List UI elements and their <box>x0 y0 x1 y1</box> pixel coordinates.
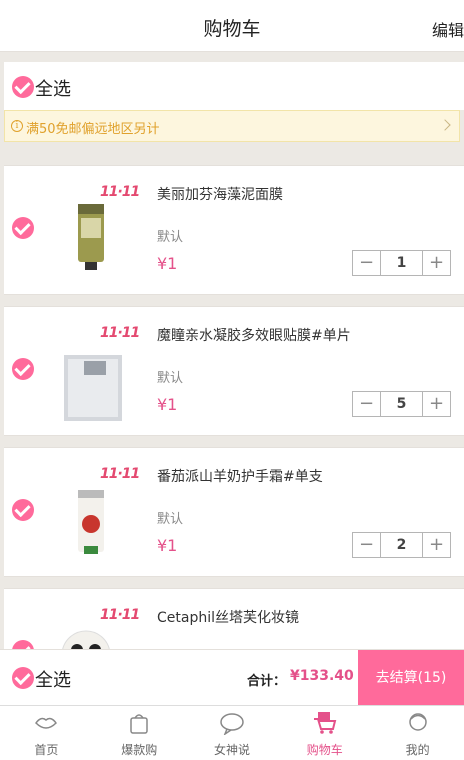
select-all-label: 全选 <box>35 79 71 100</box>
check-icon[interactable] <box>12 499 34 521</box>
tab-mine[interactable]: 我的 <box>371 706 464 760</box>
decrease-button[interactable]: − <box>353 533 380 557</box>
quantity-value[interactable]: 5 <box>380 392 423 416</box>
select-all-row[interactable]: 全选 <box>4 62 464 110</box>
quantity-stepper: − 5 + <box>352 391 451 417</box>
page-title: 购物车 <box>203 18 261 40</box>
lips-icon <box>35 717 58 729</box>
cart-item: 11·11 番茄派山羊奶护手霜#单支 默认 ¥1 − 2 + <box>4 447 464 577</box>
tab-label: 爆款购 <box>121 743 158 757</box>
product-spec: 默认 <box>157 371 184 386</box>
decrease-button[interactable]: − <box>353 251 380 275</box>
check-icon[interactable] <box>12 667 34 689</box>
increase-button[interactable]: + <box>423 533 450 557</box>
info-icon: i <box>11 120 23 132</box>
tab-label: 女神说 <box>213 743 250 757</box>
product-price: ¥1 <box>157 536 178 555</box>
product-spec: 默认 <box>157 230 184 245</box>
quantity-value[interactable]: 1 <box>380 251 423 275</box>
top-bar: 购物车 编辑 <box>0 0 464 52</box>
chevron-right-icon <box>439 119 451 131</box>
quantity-value[interactable]: 2 <box>380 533 423 557</box>
increase-button[interactable]: + <box>423 251 450 275</box>
chat-icon <box>220 713 244 736</box>
promo-badge: 11·11 <box>100 325 140 341</box>
tab-label: 购物车 <box>306 743 343 757</box>
check-icon[interactable] <box>12 217 34 239</box>
total-amount: ¥133.40 <box>290 668 354 684</box>
person-icon <box>408 713 427 731</box>
tab-label: 我的 <box>405 743 430 757</box>
tab-bar: 首页 爆款购 女神说 购物车 我的 <box>0 705 464 760</box>
notice-text: 满50免邮偏远地区另计 <box>26 122 160 137</box>
edit-button[interactable]: 编辑 <box>432 17 464 41</box>
bag-icon <box>130 714 148 734</box>
cart-item: 11·11 美丽加芬海藻泥面膜 默认 ¥1 − 1 + <box>4 165 464 295</box>
total-label: 合计： <box>247 674 287 689</box>
quantity-stepper: − 2 + <box>352 532 451 558</box>
product-spec: 默认 <box>157 512 184 527</box>
product-name[interactable]: 番茄派山羊奶护手霜#单支 <box>157 466 323 486</box>
select-all-label: 全选 <box>35 670 71 691</box>
checkout-button[interactable]: 去结算(15) <box>358 650 464 706</box>
check-icon[interactable] <box>12 358 34 380</box>
shipping-notice[interactable]: i 满50免邮偏远地区另计 <box>4 110 460 142</box>
promo-badge: 11·11 <box>100 607 140 623</box>
tab-goddess[interactable]: 女神说 <box>186 706 279 760</box>
checkout-bar: 全选 合计： ¥133.40 去结算(15) <box>0 649 464 706</box>
tab-home[interactable]: 首页 <box>0 706 93 760</box>
promo-badge: 11·11 <box>100 184 140 200</box>
product-name[interactable]: 美丽加芬海藻泥面膜 <box>157 184 283 204</box>
increase-button[interactable]: + <box>423 392 450 416</box>
cart-icon <box>313 712 337 734</box>
product-price: ¥1 <box>157 395 178 414</box>
check-icon[interactable] <box>12 76 34 98</box>
product-price: ¥1 <box>157 254 178 273</box>
promo-badge: 11·11 <box>100 466 140 482</box>
quantity-stepper: − 1 + <box>352 250 451 276</box>
tab-label: 首页 <box>34 743 59 757</box>
product-name[interactable]: 魔瞳亲水凝胶多效眼贴膜#单片 <box>157 325 351 345</box>
decrease-button[interactable]: − <box>353 392 380 416</box>
product-name[interactable]: Cetaphil丝塔芙化妆镜 <box>157 607 299 627</box>
tab-cart[interactable]: 购物车 <box>278 706 371 760</box>
tab-hot[interactable]: 爆款购 <box>93 706 186 760</box>
cart-item: 11·11 魔瞳亲水凝胶多效眼贴膜#单片 默认 ¥1 − 5 + <box>4 306 464 436</box>
